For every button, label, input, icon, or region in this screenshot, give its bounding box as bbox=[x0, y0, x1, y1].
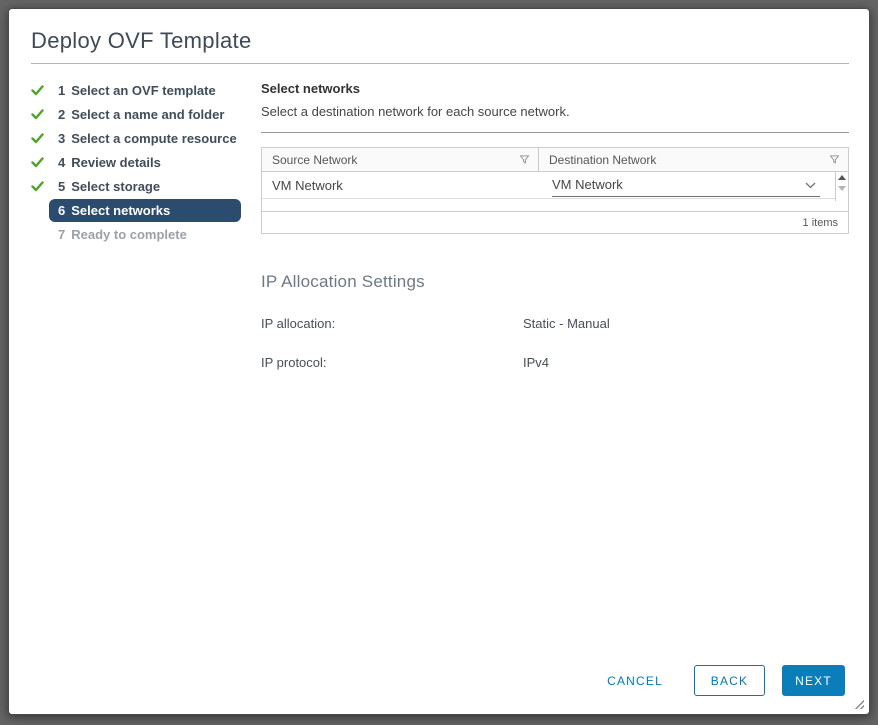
filter-funnel-icon[interactable] bbox=[519, 154, 530, 165]
table-filler-row bbox=[262, 199, 848, 211]
content-divider bbox=[261, 132, 849, 133]
scroll-up-icon[interactable] bbox=[838, 175, 846, 180]
step-label: Select an OVF template bbox=[71, 82, 216, 98]
step-review-details[interactable]: 4 Review details bbox=[31, 150, 241, 174]
page-subtitle: Select a destination network for each so… bbox=[261, 104, 570, 119]
step-label: Ready to complete bbox=[71, 226, 187, 242]
ip-protocol-value: IPv4 bbox=[523, 355, 550, 370]
dialog-title: Deploy OVF Template bbox=[31, 28, 252, 53]
step-label: Select a name and folder bbox=[71, 106, 225, 122]
step-content-panel: Select networks Select a destination net… bbox=[261, 78, 849, 370]
step-label: Select storage bbox=[71, 178, 161, 194]
check-icon bbox=[31, 108, 44, 120]
back-button[interactable]: BACK bbox=[694, 665, 765, 696]
step-select-ovf-template[interactable]: 1 Select an OVF template bbox=[31, 78, 241, 102]
check-icon bbox=[31, 180, 44, 192]
step-number: 3 bbox=[58, 130, 66, 146]
step-number: 6 bbox=[58, 202, 66, 218]
step-number: 5 bbox=[58, 178, 66, 194]
step-ready-to-complete: 7 Ready to complete bbox=[31, 222, 241, 246]
step-select-networks-current[interactable]: 6 Select networks bbox=[31, 198, 241, 222]
filter-funnel-icon[interactable] bbox=[829, 154, 840, 165]
check-icon bbox=[31, 84, 44, 96]
chevron-down-icon bbox=[805, 177, 816, 192]
modal-overlay: Deploy OVF Template 1 Select an OVF templ… bbox=[0, 0, 878, 725]
step-select-compute-resource[interactable]: 3 Select a compute resource bbox=[31, 126, 241, 150]
destination-network-select[interactable]: VM Network bbox=[552, 173, 820, 197]
items-count: 1 items bbox=[802, 216, 838, 229]
step-select-name-folder[interactable]: 2 Select a name and folder bbox=[31, 102, 241, 126]
next-button[interactable]: NEXT bbox=[782, 665, 845, 696]
ip-allocation-settings-heading: IP Allocation Settings bbox=[261, 272, 425, 291]
selected-network-value: VM Network bbox=[552, 177, 623, 192]
ip-allocation-label: IP allocation: bbox=[261, 316, 336, 331]
column-header-destination-network: Destination Network bbox=[539, 148, 848, 171]
table-footer: 1 items bbox=[262, 211, 848, 233]
network-mapping-table: Source Network Destination Network VM Ne… bbox=[261, 147, 849, 234]
step-select-storage[interactable]: 5 Select storage bbox=[31, 174, 241, 198]
destination-network-cell: VM Network bbox=[539, 173, 848, 197]
step-number: 2 bbox=[58, 106, 66, 122]
column-header-source-network: Source Network bbox=[262, 148, 539, 171]
deploy-ovf-dialog: Deploy OVF Template 1 Select an OVF templ… bbox=[8, 8, 870, 715]
source-network-cell: VM Network bbox=[272, 177, 343, 193]
wizard-action-bar: CANCEL BACK NEXT bbox=[603, 665, 845, 696]
page-title: Select networks bbox=[261, 81, 360, 96]
table-scrollbar[interactable] bbox=[835, 172, 848, 201]
cancel-button[interactable]: CANCEL bbox=[603, 668, 667, 694]
ip-allocation-row: IP allocation: Static - Manual bbox=[261, 316, 849, 331]
step-label: Select a compute resource bbox=[71, 130, 237, 146]
step-number: 7 bbox=[58, 226, 66, 242]
step-label: Review details bbox=[71, 154, 161, 170]
wizard-steps-sidebar: 1 Select an OVF template 2 Select a name a… bbox=[31, 78, 241, 370]
ip-allocation-value: Static - Manual bbox=[523, 316, 610, 331]
check-icon bbox=[31, 132, 44, 144]
ip-protocol-label: IP protocol: bbox=[261, 355, 327, 370]
ip-protocol-row: IP protocol: IPv4 bbox=[261, 355, 849, 370]
table-header-row: Source Network Destination Network bbox=[262, 148, 848, 172]
check-icon bbox=[31, 156, 44, 168]
table-row: VM Network VM Network bbox=[262, 172, 848, 199]
resize-handle-icon[interactable] bbox=[853, 698, 864, 709]
step-label: Select networks bbox=[71, 202, 171, 218]
step-number: 1 bbox=[58, 82, 66, 98]
scroll-down-icon[interactable] bbox=[838, 186, 846, 191]
step-number: 4 bbox=[58, 154, 66, 170]
